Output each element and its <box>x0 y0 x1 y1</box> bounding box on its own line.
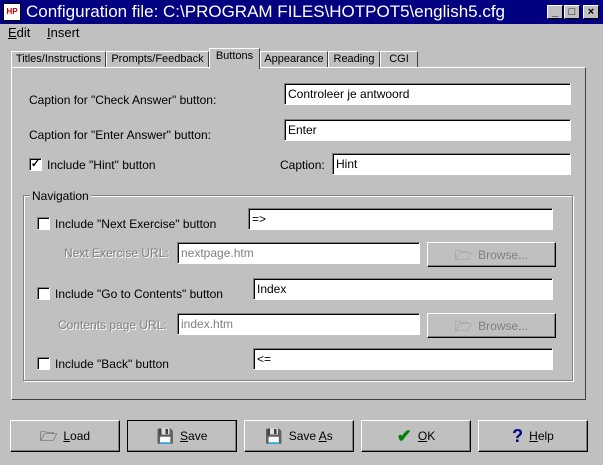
back-label: Include "Back" button <box>55 357 169 371</box>
folder-icon: 🗁 <box>454 317 473 334</box>
hint-label: Include "Hint" button <box>47 158 156 172</box>
enter-answer-input[interactable]: Enter <box>284 119 571 141</box>
tab-reading[interactable]: Reading <box>328 51 380 68</box>
tab-cgi[interactable]: CGI <box>380 51 418 68</box>
folder-icon: 🗁 <box>454 246 473 263</box>
back-caption-input[interactable]: <= <box>253 348 553 370</box>
contents-url-browse-button[interactable]: 🗁 Browse... <box>427 313 556 338</box>
help-button[interactable]: ? Help <box>478 420 588 452</box>
contents-url-input[interactable]: index.htm <box>177 313 420 335</box>
check-answer-label: Caption for "Check Answer" button: <box>29 93 217 107</box>
load-button[interactable]: 🗁 Load <box>10 420 120 452</box>
navigation-legend: Navigation <box>30 189 91 203</box>
checkmark-icon: ✔ <box>396 426 412 446</box>
contents-caption-input[interactable]: Index <box>253 278 553 300</box>
window-title: Configuration file: C:\PROGRAM FILES\HOT… <box>26 2 506 21</box>
next-url-label: Next Exercise URL: <box>64 246 169 260</box>
menu-edit[interactable]: Edit <box>8 25 30 41</box>
contents-checkbox[interactable] <box>37 287 50 300</box>
close-icon[interactable]: × <box>583 5 599 19</box>
menu-bar: Edit Insert <box>0 24 603 42</box>
question-mark-icon: ? <box>512 426 524 446</box>
next-url-input[interactable]: nextpage.htm <box>177 242 420 264</box>
hint-caption-label: Caption: <box>280 158 325 172</box>
contents-label: Include "Go to Contents" button <box>55 287 223 301</box>
enter-answer-label: Caption for "Enter Answer" button: <box>29 128 211 142</box>
minimize-icon[interactable]: _ <box>547 5 563 19</box>
folder-open-icon: 🗁 <box>39 428 58 444</box>
maximize-icon[interactable]: □ <box>564 5 580 19</box>
next-exercise-checkbox[interactable] <box>37 217 50 230</box>
next-exercise-caption-input[interactable]: => <box>248 208 553 230</box>
save-button[interactable]: 💾 Save <box>127 420 237 452</box>
back-checkbox[interactable] <box>37 357 50 370</box>
menu-insert[interactable]: Insert <box>47 25 80 41</box>
ok-button[interactable]: ✔ OK <box>361 420 471 452</box>
hint-caption-input[interactable]: Hint <box>332 153 571 175</box>
tab-prompts-feedback[interactable]: Prompts/Feedback <box>106 51 209 68</box>
floppy-disk-2-icon: 💾 <box>265 428 283 444</box>
next-url-browse-button[interactable]: 🗁 Browse... <box>427 242 556 267</box>
save-as-button[interactable]: 💾 Save As <box>244 420 354 452</box>
tab-buttons[interactable]: Buttons <box>209 48 260 69</box>
floppy-disk-icon: 💾 <box>156 428 175 444</box>
contents-url-label: Contents page URL: <box>58 318 167 332</box>
check-answer-input[interactable]: Controleer je antwoord <box>284 83 571 105</box>
title-bar[interactable]: HP Configuration file: C:\PROGRAM FILES\… <box>0 0 603 24</box>
hint-checkbox[interactable]: ✓ <box>29 158 42 171</box>
tab-titles-instructions[interactable]: Titles/Instructions <box>11 51 106 68</box>
tab-appearance[interactable]: Appearance <box>260 51 328 68</box>
app-icon[interactable]: HP <box>3 3 21 21</box>
next-exercise-label: Include "Next Exercise" button <box>55 217 217 231</box>
